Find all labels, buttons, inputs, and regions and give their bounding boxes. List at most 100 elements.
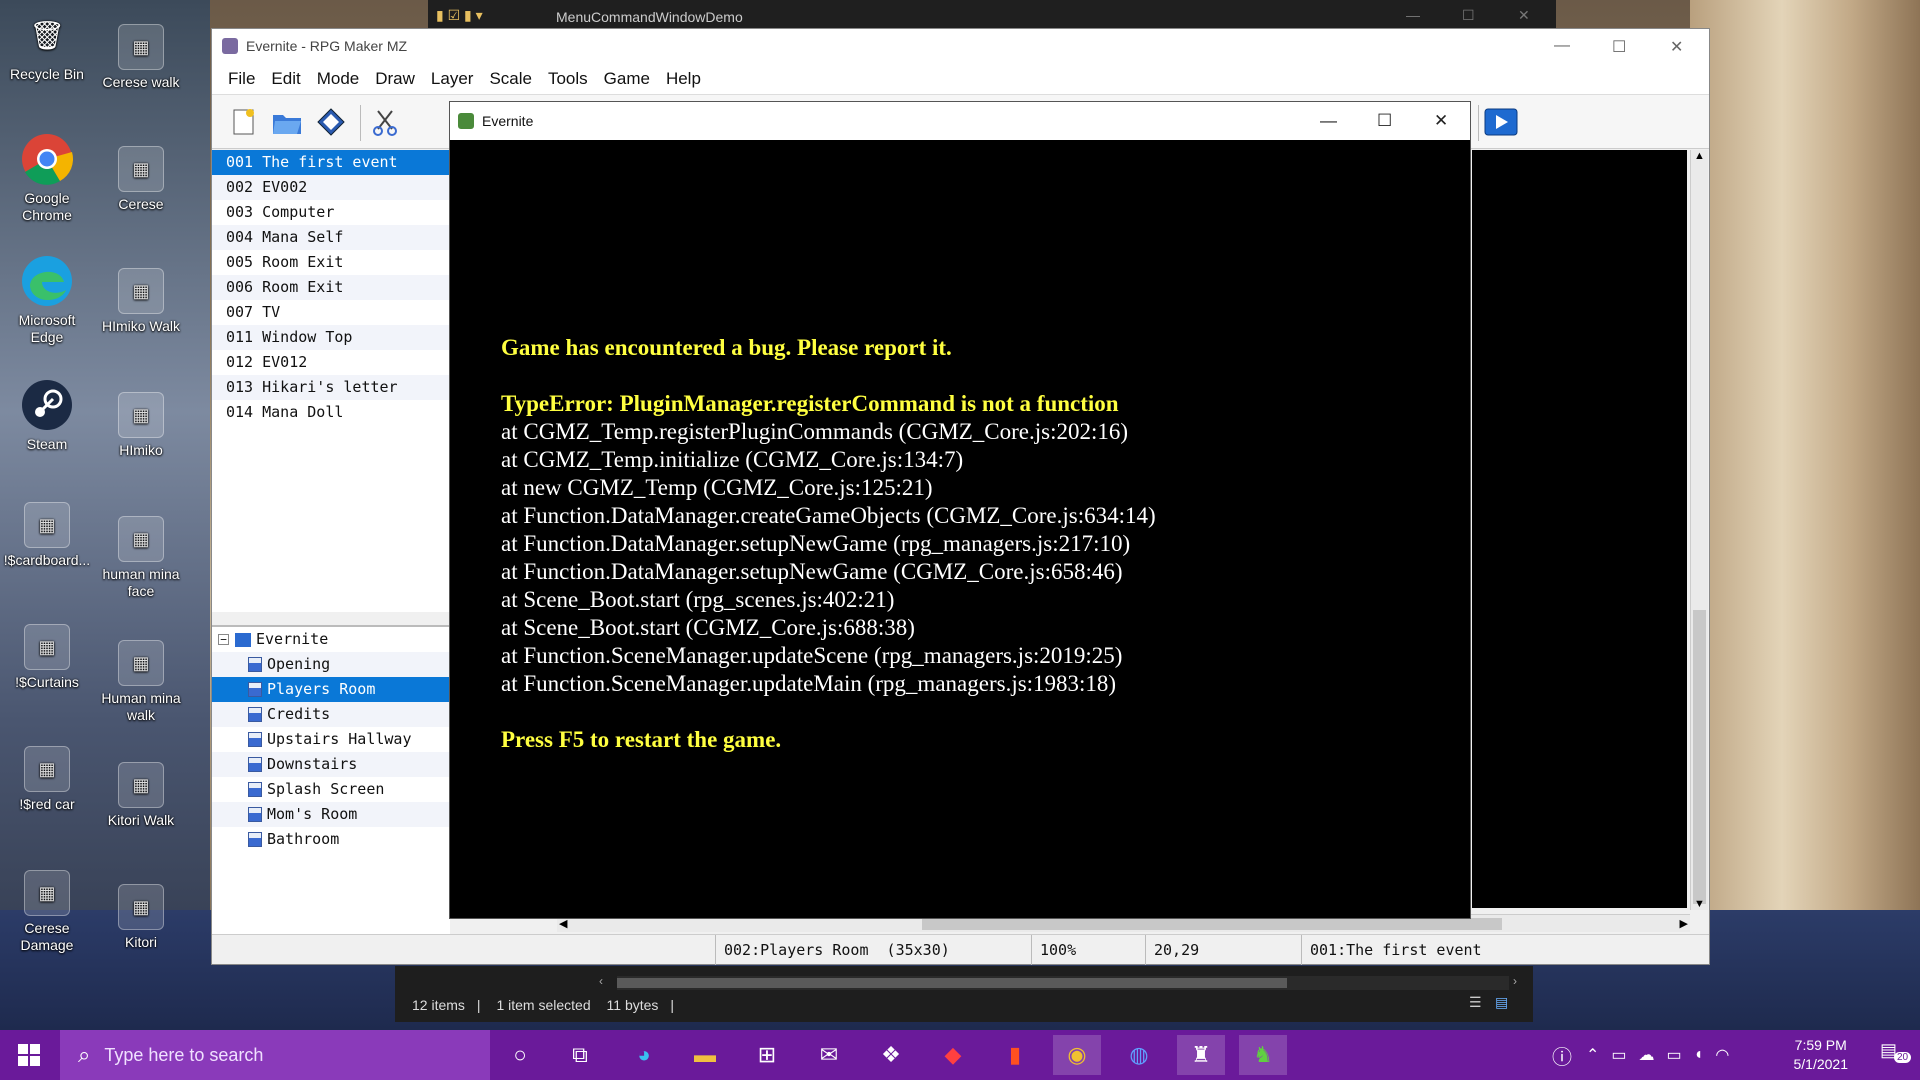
scroll-left-icon[interactable]: ‹	[599, 974, 603, 988]
menu-tools[interactable]: Tools	[540, 69, 596, 89]
cut-button[interactable]	[368, 105, 402, 139]
wifi-icon[interactable]: ◠	[1715, 1045, 1729, 1065]
scroll-right-icon[interactable]: ▶	[1680, 917, 1688, 930]
map-vscrollbar[interactable]: ▲ ▼	[1690, 150, 1708, 910]
rpgmaker-titlebar[interactable]: Evernite - RPG Maker MZ — ☐ ✕	[212, 29, 1709, 63]
close-icon[interactable]: ✕	[1518, 7, 1530, 24]
desktop-icon-himiko-walk[interactable]: ▦ HImiko Walk	[96, 268, 186, 335]
list-item[interactable]: 011 Window Top	[212, 325, 449, 350]
battery-icon[interactable]: ▭	[1667, 1045, 1682, 1065]
minimize-icon[interactable]: —	[1554, 37, 1570, 55]
minimize-icon[interactable]: —	[1320, 111, 1337, 131]
open-project-button[interactable]	[270, 105, 304, 139]
desktop-icon-chrome[interactable]: Google Chrome	[2, 132, 92, 224]
map-item-opening[interactable]: Opening	[212, 652, 450, 677]
taskbar-dropbox[interactable]: ❖	[867, 1035, 915, 1075]
collapse-icon[interactable]: −	[218, 634, 229, 645]
new-project-button[interactable]	[226, 105, 260, 139]
start-button[interactable]	[0, 1030, 58, 1080]
list-item[interactable]: 004 Mana Self	[212, 225, 449, 250]
desktop-icon-steam[interactable]: Steam	[2, 378, 92, 453]
map-item-players-room[interactable]: Players Room	[212, 677, 450, 702]
map-item-upstairs-hallway[interactable]: Upstairs Hallway	[212, 727, 450, 752]
close-icon[interactable]: ✕	[1670, 37, 1683, 57]
map-tree-root[interactable]: − Evernite	[212, 627, 450, 652]
volume-icon[interactable]: ◖	[1694, 1046, 1704, 1064]
notification-center-button[interactable]: ▤ 20	[1880, 1040, 1912, 1070]
desktop-icon-recycle-bin[interactable]: 🗑 Recycle Bin	[2, 8, 92, 83]
desktop-icon-red-car[interactable]: ▦ !$red car	[2, 746, 92, 813]
menu-scale[interactable]: Scale	[481, 69, 540, 89]
onedrive-icon[interactable]: ☁	[1639, 1045, 1655, 1065]
list-item[interactable]: 014 Mana Doll	[212, 400, 449, 425]
menu-mode[interactable]: Mode	[309, 69, 368, 89]
game-icon: ♞	[1253, 1042, 1273, 1067]
desktop-icon-cerese[interactable]: ▦ Cerese	[96, 146, 186, 213]
maximize-icon[interactable]: ☐	[1462, 7, 1475, 24]
taskbar-file-explorer[interactable]: ▬	[681, 1035, 729, 1075]
help-icon[interactable]: ⓘ	[1552, 1041, 1572, 1070]
map-item-downstairs[interactable]: Downstairs	[212, 752, 450, 777]
task-view-button[interactable]: ⧉	[556, 1035, 604, 1075]
taskbar-edge[interactable]: ◕	[620, 1035, 668, 1075]
taskbar-mail[interactable]: ✉	[805, 1035, 853, 1075]
list-item[interactable]: 006 Room Exit	[212, 275, 449, 300]
menu-file[interactable]: File	[220, 69, 263, 89]
desktop-icon-kitori[interactable]: ▦ Kitori	[96, 884, 186, 951]
explorer-titlebar[interactable]: ▮ ☑ ▮ ▾ MenuCommandWindowDemo — ☐ ✕	[428, 0, 1556, 30]
scroll-up-icon[interactable]: ▲	[1694, 150, 1705, 162]
list-item[interactable]: 001 The first event	[212, 150, 449, 175]
menu-edit[interactable]: Edit	[263, 69, 308, 89]
map-item-credits[interactable]: Credits	[212, 702, 450, 727]
maximize-icon[interactable]: ☐	[1612, 37, 1626, 57]
game-titlebar[interactable]: Evernite — ☐ ✕	[450, 102, 1470, 140]
menu-layer[interactable]: Layer	[423, 69, 482, 89]
list-item[interactable]: 013 Hikari's letter	[212, 375, 449, 400]
desktop-icon-cerese-damage[interactable]: ▦ Cerese Damage	[2, 870, 92, 954]
map-canvas[interactable]	[1472, 150, 1687, 908]
desktop-icon-himiko[interactable]: ▦ HImiko	[96, 392, 186, 459]
cortana-button[interactable]: ○	[496, 1035, 544, 1075]
desktop-icon-human-mina-walk[interactable]: ▦ Human mina walk	[96, 640, 186, 724]
list-item[interactable]: 012 EV012	[212, 350, 449, 375]
save-project-button[interactable]	[314, 105, 348, 139]
taskbar-search[interactable]: ⌕ Type here to search	[60, 1030, 490, 1080]
maximize-icon[interactable]: ☐	[1377, 111, 1392, 131]
taskbar-store[interactable]: ⊞	[743, 1035, 791, 1075]
details-view-icon[interactable]: ☰	[1469, 994, 1482, 1011]
taskbar-chrome[interactable]: ◉	[1053, 1035, 1101, 1075]
map-item-bathroom[interactable]: Bathroom	[212, 827, 450, 852]
menu-game[interactable]: Game	[596, 69, 658, 89]
taskbar-game[interactable]: ♞	[1239, 1035, 1287, 1075]
list-item[interactable]: 003 Computer	[212, 200, 449, 225]
menu-help[interactable]: Help	[658, 69, 709, 89]
map-item-splash-screen[interactable]: Splash Screen	[212, 777, 450, 802]
scroll-down-icon[interactable]: ▼	[1694, 898, 1705, 910]
menu-draw[interactable]: Draw	[367, 69, 423, 89]
scroll-right-icon[interactable]: ›	[1513, 974, 1517, 988]
close-icon[interactable]: ✕	[1434, 111, 1448, 131]
taskbar-office[interactable]: ▮	[991, 1035, 1039, 1075]
taskbar-clock[interactable]: 7:59 PM 5/1/2021	[1794, 1036, 1849, 1074]
meet-now-icon[interactable]: ▭	[1611, 1045, 1626, 1065]
list-item[interactable]: 007 TV	[212, 300, 449, 325]
taskbar-messenger[interactable]: ◍	[1115, 1035, 1163, 1075]
minimize-icon[interactable]: —	[1406, 7, 1420, 23]
explorer-hscrollbar[interactable]	[617, 976, 1509, 990]
tiles-view-icon[interactable]: ▤	[1495, 994, 1508, 1011]
desktop-icon-cerese-walk[interactable]: ▦ Cerese walk	[96, 24, 186, 91]
desktop-icon-edge[interactable]: Microsoft Edge	[2, 254, 92, 346]
desktop-icon-cardboard[interactable]: ▦ !$cardboard...	[2, 502, 92, 569]
desktop-icon-curtains[interactable]: ▦ !$Curtains	[2, 624, 92, 691]
list-item[interactable]: 005 Room Exit	[212, 250, 449, 275]
show-hidden-icons-icon[interactable]: ⌃	[1586, 1045, 1599, 1065]
taskbar-rpgmaker[interactable]: ♜	[1177, 1035, 1225, 1075]
desktop-icon-human-mina-face[interactable]: ▦ human mina face	[96, 516, 186, 600]
office-icon: ▮	[1008, 1042, 1022, 1067]
playtest-button[interactable]	[1484, 105, 1518, 139]
open-folder-icon	[273, 115, 301, 134]
map-item-moms-room[interactable]: Mom's Room	[212, 802, 450, 827]
list-item[interactable]: 002 EV002	[212, 175, 449, 200]
taskbar-app-red[interactable]: ◆	[929, 1035, 977, 1075]
desktop-icon-kitori-walk[interactable]: ▦ Kitori Walk	[96, 762, 186, 829]
